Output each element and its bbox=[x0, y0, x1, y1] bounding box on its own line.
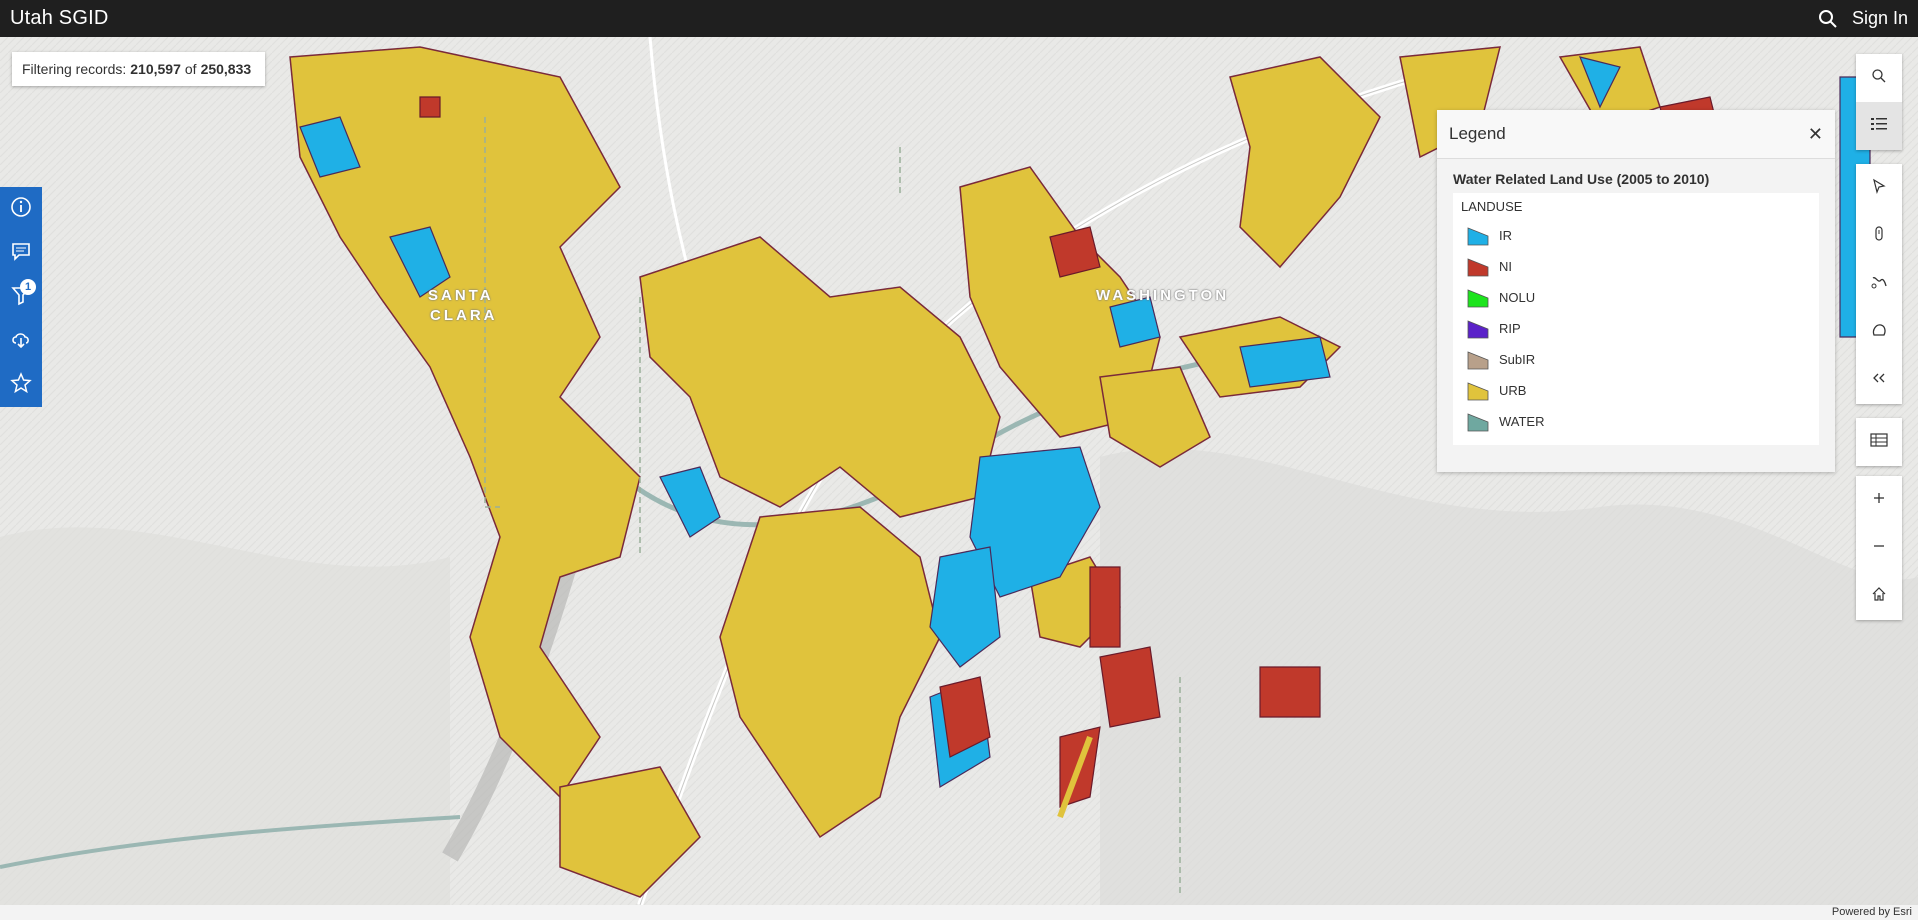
legend-swatch bbox=[1467, 319, 1489, 338]
star-icon bbox=[10, 371, 32, 399]
select-tool-button[interactable] bbox=[1856, 164, 1902, 212]
legend-item-label: SubIR bbox=[1499, 352, 1536, 367]
collapse-tools-button[interactable] bbox=[1856, 356, 1902, 404]
place-label-washington: WASHINGTON bbox=[1096, 287, 1230, 304]
legend-item-label: WATER bbox=[1499, 414, 1545, 429]
legend-item: NOLU bbox=[1461, 282, 1811, 313]
legend-list-icon bbox=[1870, 116, 1888, 137]
zoom-in-icon bbox=[1872, 491, 1886, 510]
legend-item-label: IR bbox=[1499, 228, 1512, 243]
shape-tool-button[interactable] bbox=[1856, 308, 1902, 356]
home-icon bbox=[1871, 586, 1887, 607]
legend-item-label: URB bbox=[1499, 383, 1527, 398]
legend-swatch bbox=[1467, 350, 1489, 369]
legend-item: IR bbox=[1461, 220, 1811, 251]
home-button[interactable] bbox=[1856, 572, 1902, 620]
app-title: Utah SGID bbox=[10, 7, 109, 29]
filter-count-badge: 1 bbox=[20, 279, 36, 295]
map-attribution[interactable]: Powered by Esri bbox=[0, 905, 1918, 920]
legend-item: RIP bbox=[1461, 313, 1811, 344]
place-label-santa: SANTA bbox=[428, 287, 494, 304]
header-actions: Sign In bbox=[1818, 8, 1908, 29]
filter-prefix: Filtering records: bbox=[22, 61, 127, 77]
right-toolbar-zoom bbox=[1856, 476, 1902, 620]
measure-icon bbox=[1872, 225, 1886, 248]
legend-swatch bbox=[1467, 412, 1489, 431]
search-icon bbox=[1871, 68, 1887, 89]
legend-item-label: NI bbox=[1499, 259, 1512, 274]
legend-field-name: LANDUSE bbox=[1461, 199, 1523, 214]
zoom-out-icon bbox=[1872, 539, 1886, 558]
download-icon bbox=[10, 328, 32, 355]
legend-item: WATER bbox=[1461, 406, 1811, 437]
zoom-in-button[interactable] bbox=[1856, 476, 1902, 524]
close-icon[interactable]: ✕ bbox=[1808, 124, 1823, 145]
shape-icon bbox=[1871, 322, 1887, 343]
left-toolbar: 1 bbox=[0, 187, 42, 407]
info-icon bbox=[10, 196, 32, 223]
legend-item: NI bbox=[1461, 251, 1811, 282]
select-icon bbox=[1872, 178, 1886, 199]
attribute-table-button[interactable] bbox=[1856, 418, 1902, 466]
search-button[interactable] bbox=[1856, 54, 1902, 102]
legend-header: Legend ✕ bbox=[1437, 110, 1835, 159]
table-icon bbox=[1870, 432, 1888, 453]
search-icon[interactable] bbox=[1818, 9, 1838, 29]
legend-item-label: RIP bbox=[1499, 321, 1521, 336]
legend-swatch bbox=[1467, 226, 1489, 245]
info-button[interactable] bbox=[0, 187, 42, 231]
filter-readout: Filtering records: 210,597 of 250,833 bbox=[12, 52, 266, 86]
legend-body: LANDUSE IR NI NOLU RIP SubIR URB WATER bbox=[1453, 193, 1819, 445]
sign-in-button[interactable]: Sign In bbox=[1852, 8, 1908, 29]
filtered-count: 210,597 bbox=[130, 61, 181, 77]
collapse-icon bbox=[1871, 371, 1887, 389]
legend-layer-title: Water Related Land Use (2005 to 2010) bbox=[1453, 171, 1710, 187]
right-toolbar-tools bbox=[1856, 164, 1902, 404]
legend-title: Legend bbox=[1449, 124, 1506, 143]
right-toolbar-table bbox=[1856, 418, 1902, 466]
legend-swatch bbox=[1467, 288, 1489, 307]
filter-connector: of bbox=[184, 61, 197, 77]
download-button[interactable] bbox=[0, 319, 42, 363]
legend-swatch bbox=[1467, 381, 1489, 400]
place-label-clara: CLARA bbox=[430, 307, 498, 324]
filter-button[interactable]: 1 bbox=[0, 275, 42, 319]
lasso-icon bbox=[1870, 274, 1888, 295]
legend-item: SubIR bbox=[1461, 344, 1811, 375]
measure-tool-button[interactable] bbox=[1856, 212, 1902, 260]
legend-panel: Legend ✕ Water Related Land Use (2005 to… bbox=[1437, 110, 1835, 472]
right-toolbar-top bbox=[1856, 54, 1902, 150]
comment-icon bbox=[10, 240, 32, 267]
app-header: Utah SGID Sign In bbox=[0, 0, 1918, 37]
total-count: 250,833 bbox=[200, 61, 252, 77]
zoom-out-button[interactable] bbox=[1856, 524, 1902, 572]
legend-swatch bbox=[1467, 257, 1489, 276]
comment-button[interactable] bbox=[0, 231, 42, 275]
legend-item: URB bbox=[1461, 375, 1811, 406]
legend-button[interactable] bbox=[1856, 102, 1902, 150]
legend-item-label: NOLU bbox=[1499, 290, 1536, 305]
lasso-tool-button[interactable] bbox=[1856, 260, 1902, 308]
favorite-button[interactable] bbox=[0, 363, 42, 407]
legend-items: IR NI NOLU RIP SubIR URB WATER bbox=[1461, 220, 1811, 437]
